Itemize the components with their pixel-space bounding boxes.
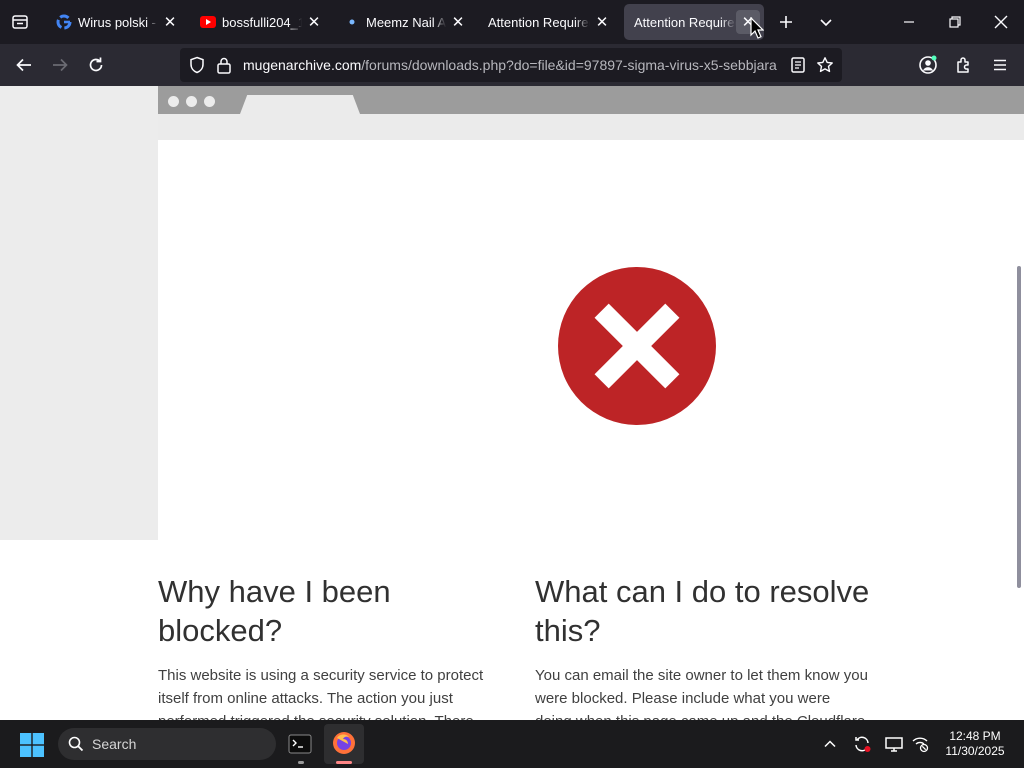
display-icon[interactable] bbox=[882, 732, 906, 756]
new-tab-button[interactable] bbox=[772, 8, 800, 36]
bookmark-star-icon[interactable] bbox=[816, 56, 834, 79]
account-icon[interactable] bbox=[913, 50, 943, 80]
lock-icon[interactable] bbox=[216, 56, 232, 79]
firefox-view-icon[interactable] bbox=[6, 8, 34, 36]
list-all-tabs-icon[interactable] bbox=[812, 8, 840, 36]
tab-wirus-polski[interactable]: Wirus polski - Go ✕ bbox=[46, 4, 186, 40]
google-icon bbox=[56, 14, 72, 30]
url-text[interactable]: mugenarchive.com/forums/downloads.php?do… bbox=[243, 57, 779, 73]
back-button[interactable] bbox=[9, 50, 39, 80]
tab-title: Attention Required bbox=[634, 14, 736, 30]
mouse-cursor-icon bbox=[750, 16, 765, 44]
firefox-icon bbox=[332, 731, 356, 760]
shield-icon[interactable] bbox=[188, 56, 206, 79]
tab-attention-required[interactable]: Attention Required! | ✕ bbox=[478, 4, 618, 40]
blocked-explanation: This website is using a security service… bbox=[158, 667, 484, 720]
sync-icon[interactable] bbox=[850, 732, 874, 756]
page-content: Why have I been blocked? What can I do t… bbox=[0, 86, 1024, 720]
search-icon bbox=[68, 736, 84, 752]
tab-strip: Wirus polski - Go ✕ bossfulli204_1su ✕ M… bbox=[0, 0, 1024, 44]
terminal-app-icon[interactable] bbox=[288, 732, 312, 761]
dot-icon bbox=[344, 14, 360, 30]
system-clock[interactable]: 12:48 PM 11/30/2025 bbox=[935, 729, 1015, 759]
extensions-icon[interactable] bbox=[949, 50, 979, 80]
running-indicator bbox=[298, 761, 304, 764]
clock-date: 11/30/2025 bbox=[945, 744, 1005, 758]
address-bar[interactable]: mugenarchive.com/forums/downloads.php?do… bbox=[180, 48, 842, 82]
tab-meemz-nail-art[interactable]: Meemz Nail Art ✕ bbox=[334, 4, 474, 40]
restore-button[interactable] bbox=[932, 0, 978, 44]
youtube-icon bbox=[200, 14, 216, 30]
tab-title: Wirus polski - Go bbox=[78, 14, 158, 30]
blocked-heading: Why have I been blocked? bbox=[158, 574, 391, 648]
error-x-icon bbox=[558, 267, 716, 425]
illustration-toolbar bbox=[158, 114, 1024, 140]
close-tab-icon[interactable]: ✕ bbox=[590, 10, 614, 34]
windows-start-icon[interactable] bbox=[20, 733, 44, 762]
clock-time: 12:48 PM bbox=[949, 729, 1001, 743]
firefox-taskbar-button[interactable] bbox=[324, 724, 364, 764]
resolve-explanation: You can email the site owner to let them… bbox=[535, 667, 868, 720]
close-tab-icon[interactable]: ✕ bbox=[158, 10, 182, 34]
reload-button[interactable] bbox=[81, 50, 111, 80]
resolve-heading: What can I do to resolve this? bbox=[535, 574, 870, 648]
tab-attention-required-active[interactable]: Attention Required ✕ bbox=[624, 4, 764, 40]
url-host: mugenarchive.com bbox=[243, 57, 362, 73]
tab-title: bossfulli204_1su bbox=[222, 14, 302, 30]
close-tab-icon[interactable]: ✕ bbox=[302, 10, 326, 34]
illustration-dot bbox=[204, 96, 215, 107]
taskbar: Search 12:48 PM 11/30/2025 bbox=[0, 720, 1024, 768]
close-window-button[interactable] bbox=[978, 0, 1024, 44]
menu-icon[interactable] bbox=[985, 50, 1015, 80]
network-disconnected-icon[interactable] bbox=[908, 732, 932, 756]
navigation-toolbar: mugenarchive.com/forums/downloads.php?do… bbox=[0, 44, 1024, 86]
minimize-button[interactable] bbox=[886, 0, 932, 44]
forward-button[interactable] bbox=[45, 50, 75, 80]
tab-title: Attention Required! | bbox=[488, 14, 590, 30]
close-tab-icon[interactable]: ✕ bbox=[446, 10, 470, 34]
active-indicator bbox=[336, 761, 352, 764]
taskbar-search-box[interactable]: Search bbox=[58, 728, 276, 760]
reader-view-icon[interactable] bbox=[790, 56, 806, 79]
tab-bossfulli[interactable]: bossfulli204_1su ✕ bbox=[190, 4, 330, 40]
url-path: /forums/downloads.php?do=file&id=97897-s… bbox=[361, 57, 777, 73]
illustration-tab bbox=[240, 95, 360, 114]
chevron-up-icon[interactable] bbox=[818, 732, 842, 756]
scrollbar-thumb[interactable] bbox=[1017, 266, 1021, 588]
background-panel bbox=[0, 86, 158, 540]
tab-title: Meemz Nail Art bbox=[366, 14, 446, 30]
illustration-dot bbox=[168, 96, 179, 107]
search-placeholder: Search bbox=[92, 736, 137, 752]
illustration-dot bbox=[186, 96, 197, 107]
